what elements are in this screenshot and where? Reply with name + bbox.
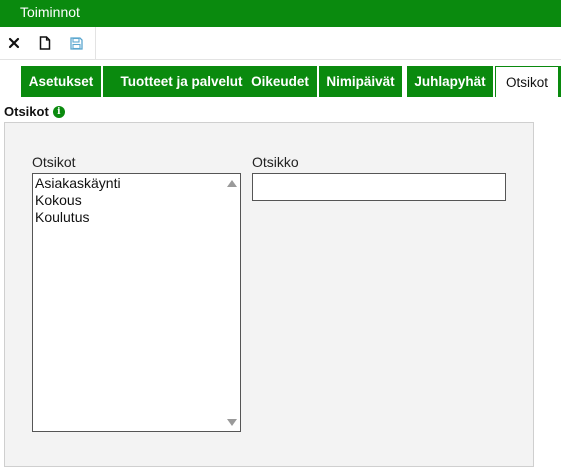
tab-label: Nimipäivät xyxy=(326,74,395,89)
scroll-down-icon[interactable] xyxy=(227,419,237,426)
close-icon xyxy=(8,37,20,49)
tab-label: Tuotteet ja palvelut xyxy=(120,74,243,89)
scroll-up-icon[interactable] xyxy=(227,180,237,187)
tab-label: Asetukset xyxy=(28,74,94,89)
tab-tuotteet-ja-palvelut[interactable]: Tuotteet ja palvelut xyxy=(103,66,260,97)
list-item[interactable]: Kokous xyxy=(35,192,82,208)
save-button[interactable] xyxy=(64,31,88,55)
tab-oikeudet[interactable]: Oikeudet xyxy=(243,66,317,97)
tab-juhlapyhat[interactable]: Juhlapyhät xyxy=(407,66,493,97)
list-label: Otsikot xyxy=(32,154,76,170)
toolbar-separator xyxy=(95,27,96,59)
save-icon xyxy=(69,36,83,50)
tab-asetukset[interactable]: Asetukset xyxy=(21,66,101,97)
new-document-button[interactable] xyxy=(33,31,57,55)
new-document-icon xyxy=(39,36,51,50)
toolbar xyxy=(0,27,561,60)
window-titlebar: Toiminnot xyxy=(0,0,561,27)
section-title: Otsikot i xyxy=(4,104,65,119)
section-title-text: Otsikot xyxy=(4,104,49,119)
tab-otsikot[interactable]: Otsikot xyxy=(495,66,559,97)
tab-nimipaivat[interactable]: Nimipäivät xyxy=(319,66,402,97)
close-button[interactable] xyxy=(2,31,26,55)
listbox-scrollbar[interactable] xyxy=(225,174,240,431)
window-title: Toiminnot xyxy=(20,4,80,20)
info-icon[interactable]: i xyxy=(52,105,65,118)
list-item[interactable]: Koulutus xyxy=(35,209,89,225)
otsikko-input[interactable] xyxy=(252,173,506,201)
tab-label: Otsikot xyxy=(505,74,548,90)
tab-label: Oikeudet xyxy=(251,74,309,89)
list-item[interactable]: Asiakaskäynti xyxy=(35,175,121,191)
otsikot-listbox[interactable]: Asiakaskäynti Kokous Koulutus xyxy=(32,173,241,432)
input-label: Otsikko xyxy=(252,154,299,170)
tab-label: Juhlapyhät xyxy=(414,74,486,89)
